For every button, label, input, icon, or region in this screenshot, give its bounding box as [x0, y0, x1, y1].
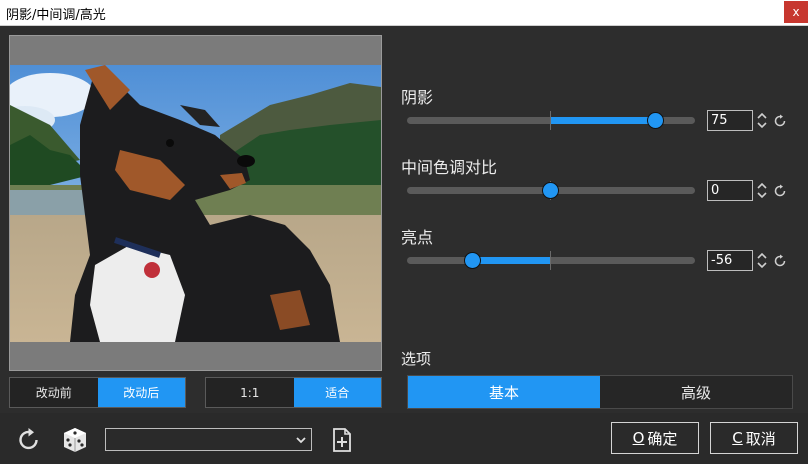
shadows-slider[interactable]	[407, 111, 695, 130]
after-button[interactable]: 改动后	[97, 378, 185, 407]
close-icon: x	[792, 5, 800, 19]
shadows-slider-handle[interactable]	[647, 112, 664, 129]
midtone-contrast-reset-icon[interactable]	[772, 183, 788, 199]
options-tabs: 基本 高级	[407, 375, 793, 409]
shadows-reset-icon[interactable]	[772, 113, 788, 129]
preview-panel	[9, 35, 382, 371]
options-label: 选项	[401, 350, 432, 368]
cancel-button[interactable]: C 取消	[710, 422, 798, 454]
fit-button[interactable]: 适合	[293, 378, 381, 407]
ok-shortcut-key: O	[632, 429, 645, 447]
before-button[interactable]: 改动前	[10, 378, 98, 407]
highlights-value-field[interactable]: -56	[707, 250, 753, 271]
close-button[interactable]: x	[784, 1, 808, 23]
highlights-spin-arrows-icon[interactable]	[757, 250, 767, 271]
midtone-contrast-value-field[interactable]: 0	[707, 180, 753, 201]
before-after-toggle: 改动前 改动后	[9, 377, 186, 408]
midtone-contrast-slider[interactable]	[407, 181, 695, 200]
highlights-slider-handle[interactable]	[464, 252, 481, 269]
midtone-contrast-spin-arrows-icon[interactable]	[757, 180, 767, 201]
midtone-contrast-slider-handle[interactable]	[542, 182, 559, 199]
highlights-reset-icon[interactable]	[772, 253, 788, 269]
shadows-label: 阴影	[401, 88, 434, 107]
highlights-label: 亮点	[401, 228, 434, 247]
tab-advanced[interactable]: 高级	[600, 376, 792, 408]
midtone-contrast-label: 中间色调对比	[401, 158, 498, 177]
preset-dropdown[interactable]	[105, 428, 312, 451]
ok-label: 确定	[647, 429, 678, 448]
shadows-spin-arrows-icon[interactable]	[757, 110, 767, 131]
ok-button[interactable]: O 确定	[611, 422, 699, 454]
zoom-toggle: 1:1 适合	[205, 377, 382, 408]
zoom-1to1-button[interactable]: 1:1	[206, 378, 294, 407]
random-dice-icon[interactable]	[61, 426, 89, 454]
new-preset-icon[interactable]	[328, 426, 356, 454]
preview-image	[10, 65, 381, 342]
shadows-value-field[interactable]: 75	[707, 110, 753, 131]
highlights-slider[interactable]	[407, 251, 695, 270]
title-bar: 阴影/中间调/高光 x	[0, 0, 808, 26]
window-title: 阴影/中间调/高光	[6, 8, 106, 23]
cancel-label: 取消	[745, 429, 776, 448]
cancel-shortcut-key: C	[732, 429, 743, 447]
tab-basic[interactable]: 基本	[408, 376, 600, 408]
chevron-down-icon	[296, 437, 306, 444]
reset-all-icon[interactable]	[15, 426, 43, 454]
